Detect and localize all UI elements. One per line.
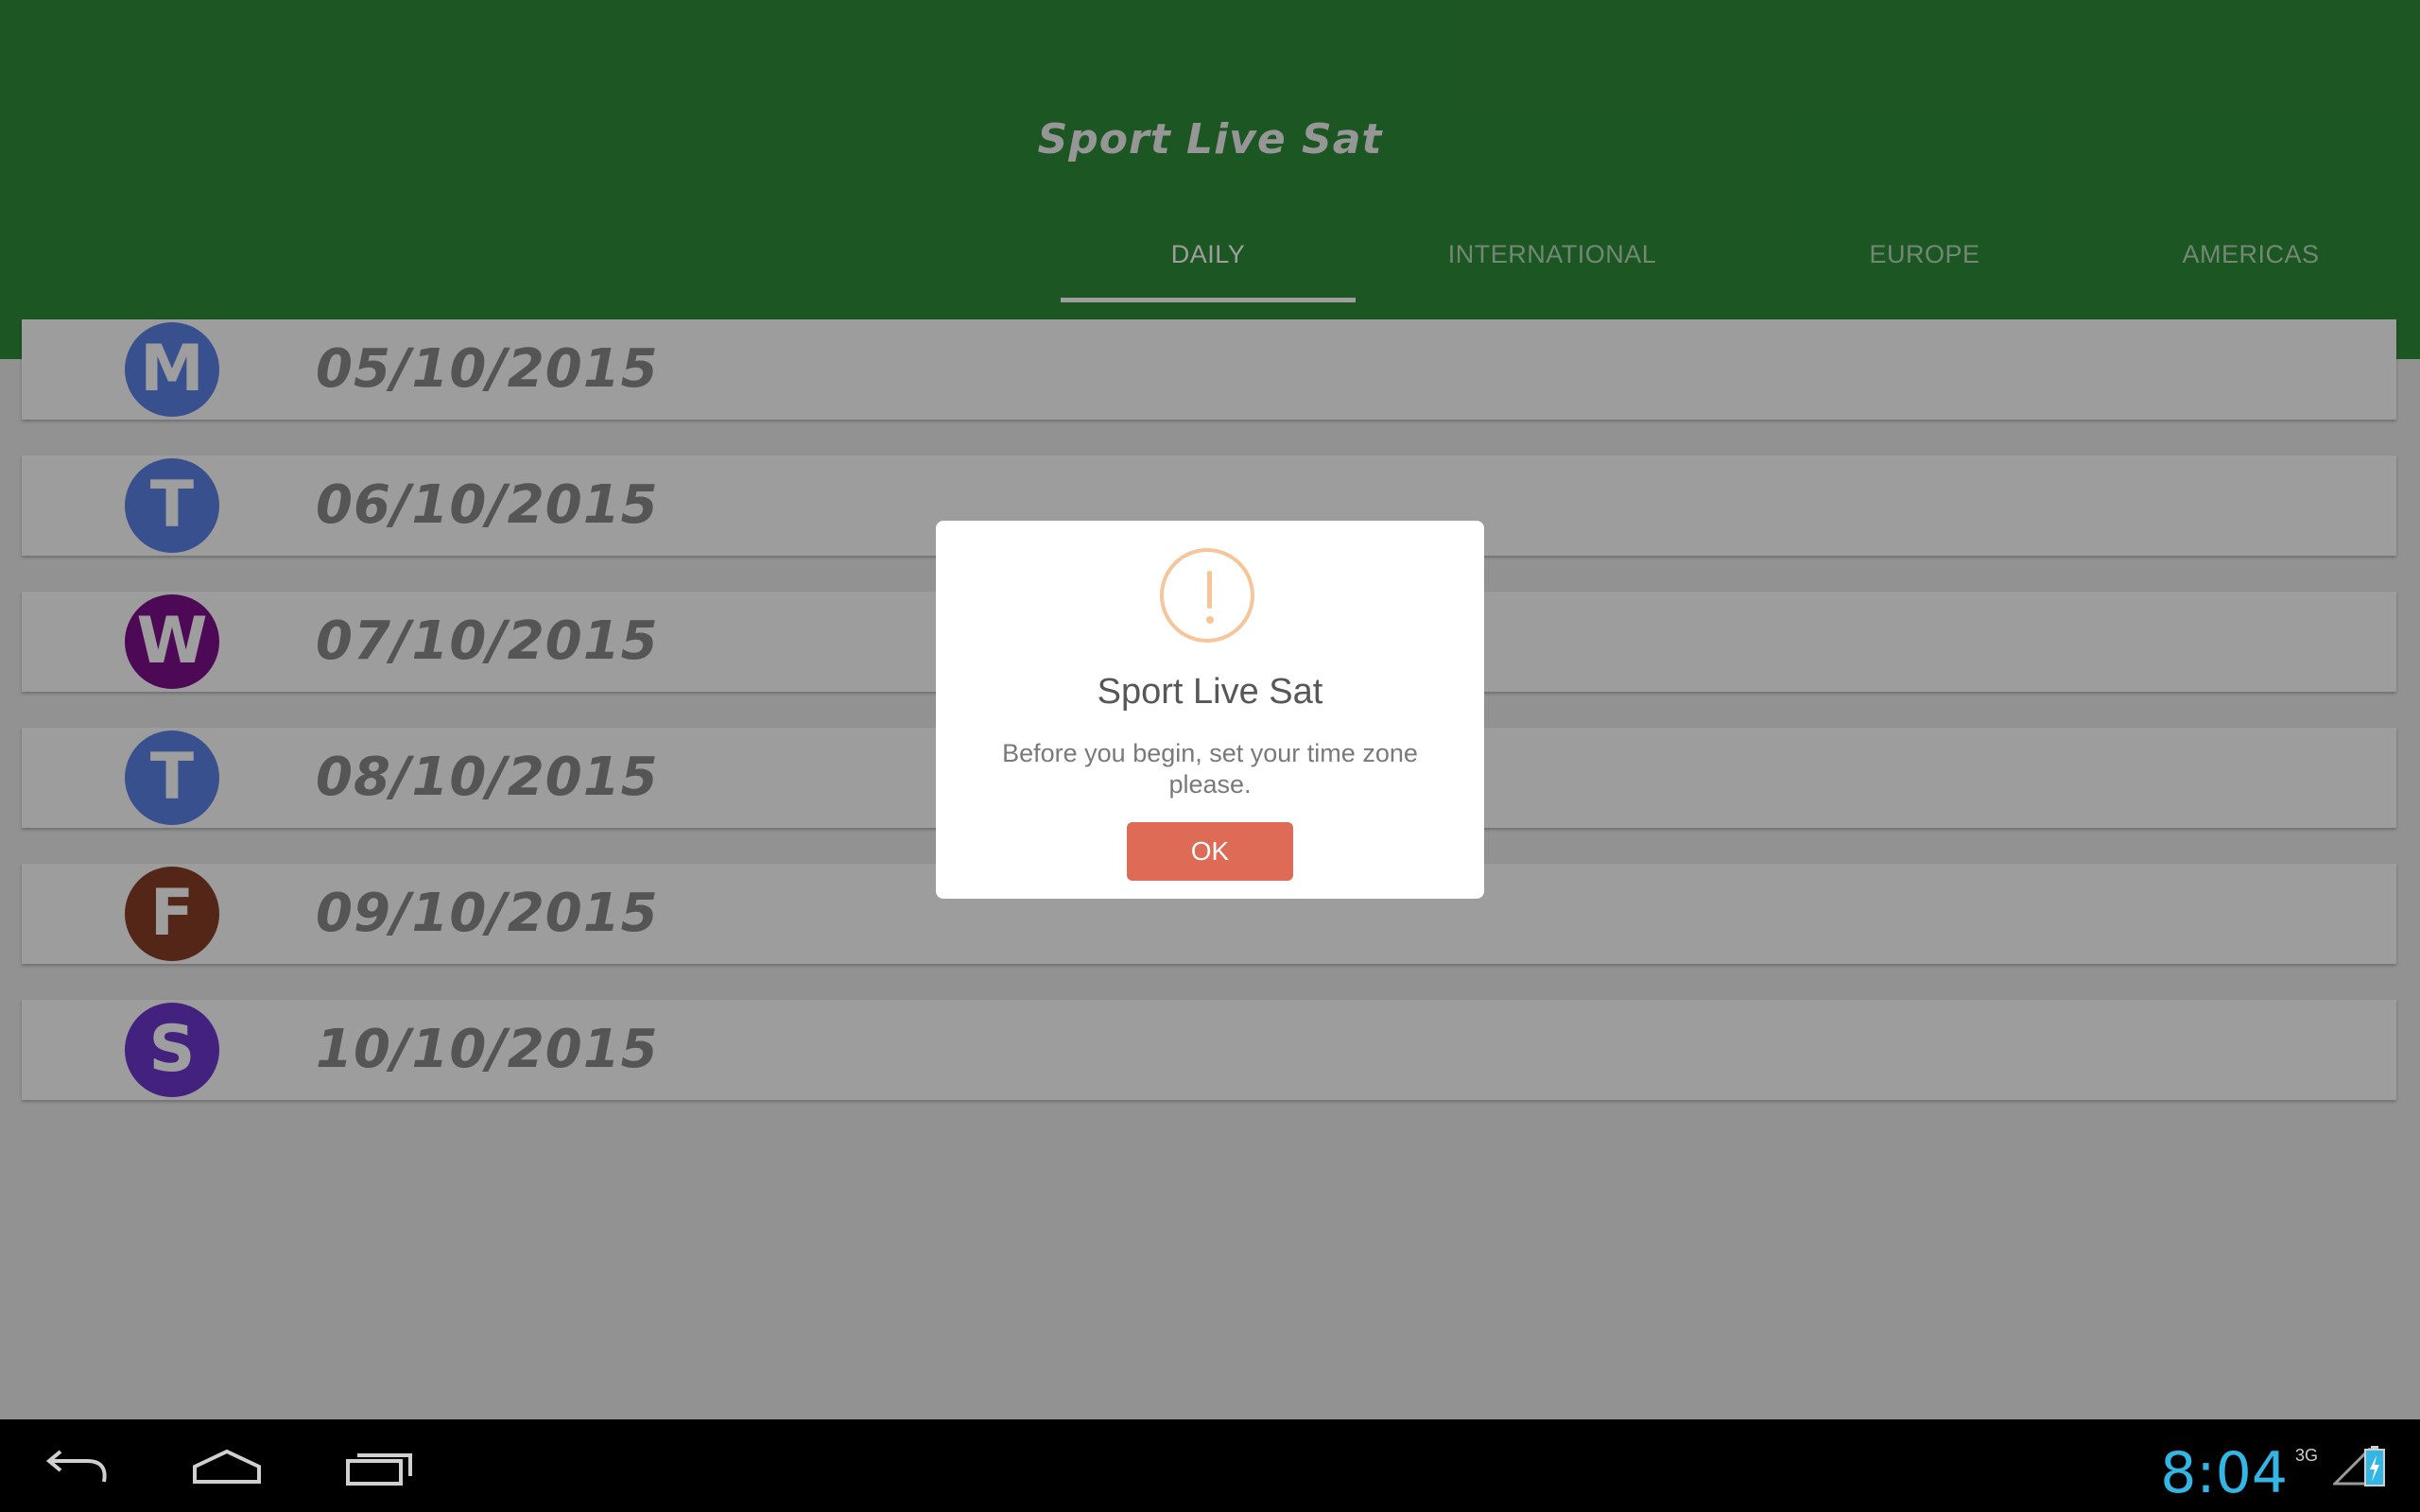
recent-apps-icon[interactable]: [342, 1444, 418, 1491]
warning-icon-bar: [1207, 571, 1212, 609]
dialog-message: Before you begin, set your time zone ple…: [1002, 739, 1418, 799]
ok-button[interactable]: OK: [1127, 822, 1293, 881]
battery-icon: [2364, 1446, 2385, 1486]
warning-icon-dot: [1206, 616, 1214, 624]
alert-dialog: Sport Live Sat Before you begin, set you…: [936, 521, 1484, 899]
back-icon[interactable]: [38, 1444, 113, 1491]
clock: 8:04: [2160, 1440, 2288, 1506]
network-indicator: 3G: [2294, 1446, 2318, 1465]
system-nav-bar: 8:04 3G: [0, 1419, 2420, 1512]
home-icon[interactable]: [189, 1444, 265, 1491]
warning-icon: [1160, 548, 1254, 643]
dialog-title: Sport Live Sat: [1097, 672, 1323, 712]
